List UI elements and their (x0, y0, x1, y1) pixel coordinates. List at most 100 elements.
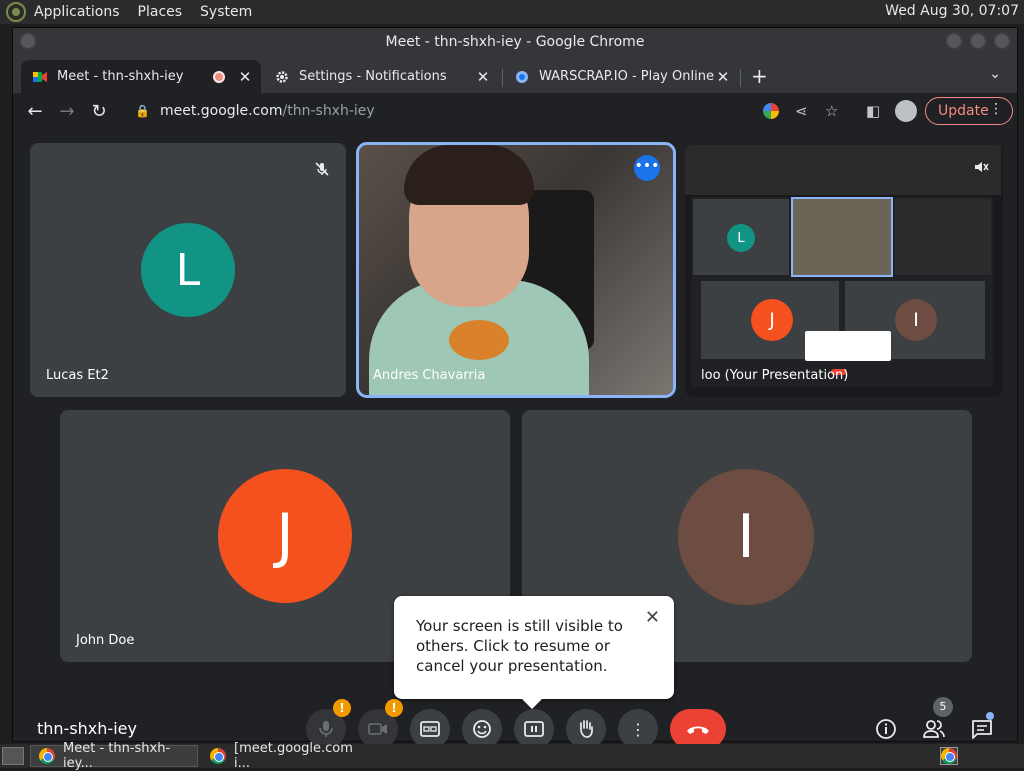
browser-toolbar: ← → ↻ 🔒 meet.google.com/thn-shxh-iey ⋖ ☆… (13, 93, 1017, 129)
bookmark-star-icon[interactable]: ☆ (825, 102, 838, 120)
minimize-button[interactable] (945, 32, 963, 50)
microphone-icon (319, 721, 333, 737)
tab-title: Meet - thn-shxh-iey (57, 69, 184, 84)
window-menu-button[interactable] (19, 32, 37, 50)
applications-menu[interactable]: Applications (34, 4, 120, 20)
presentation-paused-tooltip[interactable]: Your screen is still visible to others. … (394, 596, 674, 709)
presentation-browser-chrome (685, 145, 1001, 195)
tab-divider (740, 69, 741, 87)
meeting-code: thn-shxh-iey (37, 719, 137, 738)
video-subject-shirt-logo (449, 320, 509, 360)
reactions-button[interactable] (462, 709, 502, 749)
mic-warning-icon[interactable]: ! (333, 699, 351, 717)
lock-icon[interactable]: 🔒 (135, 104, 150, 118)
close-window-button[interactable] (993, 32, 1011, 50)
show-desktop-icon[interactable] (2, 747, 24, 765)
pause-presentation-icon (524, 721, 544, 737)
mini-avatar: J (751, 299, 793, 341)
tab-warscrap[interactable]: WARSCRAP.IO - Play Online ✕ (503, 60, 739, 93)
people-count-badge: 5 (933, 697, 953, 717)
camera-warning-icon[interactable]: ! (385, 699, 403, 717)
mini-tooltip (805, 331, 891, 361)
taskbar-item-label: Meet - thn-shxh-iey... (63, 741, 171, 771)
avatar-initial: J (276, 501, 294, 571)
mini-video-tile (791, 197, 893, 277)
chrome-window: Meet - thn-shxh-iey - Google Chrome Meet… (12, 27, 1018, 749)
participant-tile-andres[interactable]: ••• Andres Chavarria (356, 142, 676, 398)
avatar: I (678, 469, 814, 605)
chat-button[interactable] (970, 717, 994, 741)
clock[interactable]: Wed Aug 30, 07:07 (885, 3, 1019, 19)
participant-tile-lucas[interactable]: L Lucas Et2 (30, 143, 346, 397)
gear-icon (276, 70, 288, 83)
tab-settings[interactable]: Settings - Notifications ✕ (263, 60, 499, 93)
kebab-menu-icon: ⋮ (630, 719, 646, 739)
participant-name: Andres Chavarria (373, 368, 486, 383)
hand-icon (580, 720, 593, 738)
tab-title: WARSCRAP.IO - Play Online (539, 69, 714, 84)
close-tab-icon[interactable]: ✕ (475, 68, 491, 86)
mic-off-icon (315, 162, 329, 176)
people-icon (923, 720, 945, 738)
address-bar[interactable]: 🔒 meet.google.com/thn-shxh-iey (121, 96, 721, 126)
close-icon[interactable]: ✕ (645, 608, 660, 628)
tooltip-arrow (522, 699, 542, 709)
desktop-taskbar: Meet - thn-shxh-iey... [meet.google.com … (0, 741, 1024, 771)
mini-tile: L (693, 199, 789, 275)
share-icon[interactable]: ⋖ (795, 102, 808, 120)
back-arrow-icon[interactable]: ← (19, 101, 51, 122)
reload-icon[interactable]: ↻ (83, 101, 115, 122)
close-tab-icon[interactable]: ✕ (237, 68, 253, 86)
maximize-button[interactable] (969, 32, 987, 50)
avatar: J (218, 469, 352, 603)
tab-meet[interactable]: Meet - thn-shxh-iey ✕ (21, 60, 261, 93)
present-paused-button[interactable] (514, 709, 554, 749)
avatar-initial: I (737, 502, 755, 572)
recording-indicator-icon (213, 70, 225, 83)
taskbar-item-sharing[interactable]: [meet.google.com i... (202, 741, 372, 771)
more-options-icon[interactable]: ••• (634, 155, 660, 181)
desktop-top-panel: Applications Places System Wed Aug 30, 0… (0, 0, 1024, 24)
places-menu[interactable]: Places (138, 4, 183, 20)
meet-stage: L Lucas Et2 ••• Andres Chavarria L J I l… (13, 129, 1017, 749)
people-button[interactable] (922, 717, 946, 741)
forward-arrow-icon[interactable]: → (51, 101, 83, 122)
distro-logo-icon[interactable] (6, 2, 26, 22)
presentation-tile[interactable]: L J I loo (Your Presentation) (685, 145, 1003, 397)
camera-icon (368, 723, 387, 735)
emoji-icon (473, 720, 491, 738)
participant-name: loo (Your Presentation) (701, 368, 849, 383)
taskbar-item-meet[interactable]: Meet - thn-shxh-iey... (30, 741, 198, 771)
new-tab-button[interactable]: + (751, 64, 768, 88)
tab-strip: Meet - thn-shxh-iey ✕ Settings - Notific… (13, 55, 1017, 93)
captions-button[interactable] (410, 709, 450, 749)
chrome-icon (39, 748, 55, 764)
meet-favicon-icon (33, 71, 47, 82)
raise-hand-button[interactable] (566, 709, 606, 749)
mini-avatar: I (895, 299, 937, 341)
avatar: L (141, 223, 235, 317)
meeting-info-button[interactable] (874, 717, 898, 741)
google-lens-icon[interactable] (763, 103, 779, 119)
side-panel-icon[interactable]: ◧ (866, 102, 880, 120)
profile-avatar[interactable] (895, 100, 917, 122)
tab-title: Settings - Notifications (299, 69, 447, 84)
more-options-button[interactable]: ⋮ (618, 709, 658, 749)
url-path: /thn-shxh-iey (282, 103, 375, 119)
presentation-mini-meet: L J I (691, 197, 993, 387)
update-button[interactable]: Update ⋮ (925, 97, 1013, 125)
kebab-menu-icon[interactable]: ⋮ (989, 101, 1003, 117)
globe-icon (516, 70, 528, 83)
close-tab-icon[interactable]: ✕ (715, 68, 731, 86)
window-title: Meet - thn-shxh-iey - Google Chrome (385, 33, 645, 50)
url-host: meet.google.com (159, 103, 283, 119)
speaker-off-icon (975, 162, 989, 172)
participant-name: John Doe (76, 633, 135, 648)
tab-search-chevron-icon[interactable]: ⌄ (989, 66, 1001, 82)
info-icon (876, 719, 896, 739)
avatar-initial: L (175, 244, 201, 296)
system-menu[interactable]: System (200, 4, 252, 20)
window-titlebar[interactable]: Meet - thn-shxh-iey - Google Chrome (13, 28, 1017, 55)
tray-chrome-icon[interactable] (940, 747, 958, 765)
leave-call-button[interactable] (670, 709, 726, 749)
